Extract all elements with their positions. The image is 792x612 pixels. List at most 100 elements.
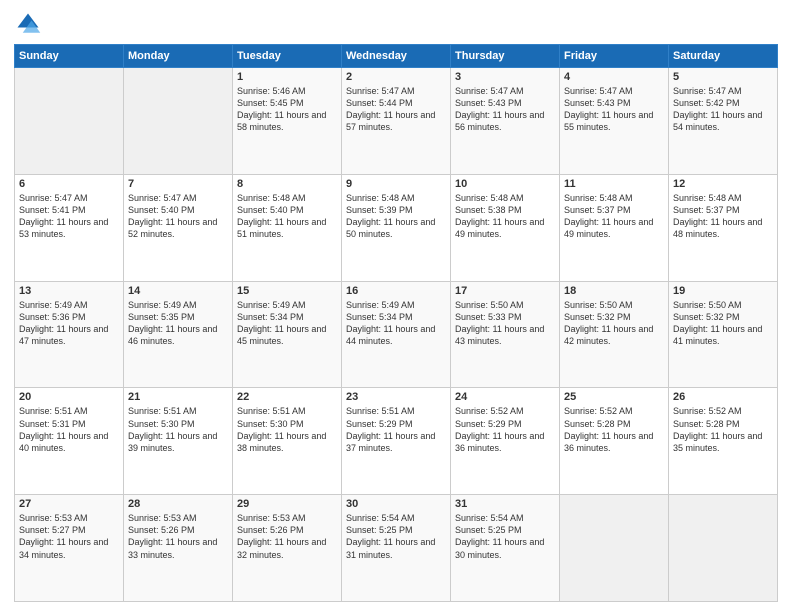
day-number: 20 xyxy=(19,391,119,403)
day-number: 12 xyxy=(673,178,773,190)
day-info: Sunrise: 5:53 AM Sunset: 5:26 PM Dayligh… xyxy=(128,513,217,559)
day-number: 16 xyxy=(346,285,446,297)
col-header-saturday: Saturday xyxy=(669,45,778,68)
calendar-table: SundayMondayTuesdayWednesdayThursdayFrid… xyxy=(14,44,778,602)
day-number: 22 xyxy=(237,391,337,403)
week-row-5: 27Sunrise: 5:53 AM Sunset: 5:27 PM Dayli… xyxy=(15,495,778,602)
day-number: 7 xyxy=(128,178,228,190)
day-cell: 16 Sunrise: 5:49 AM Sunset: 5:34 PM Dayli… xyxy=(342,281,451,388)
day-cell: 21 Sunrise: 5:51 AM Sunset: 5:30 PM Dayli… xyxy=(124,388,233,495)
day-info: Sunrise: 5:47 AM Sunset: 5:44 PM Dayligh… xyxy=(346,86,435,132)
day-number: 6 xyxy=(19,178,119,190)
day-number: 28 xyxy=(128,498,228,510)
day-cell: 12Sunrise: 5:48 AM Sunset: 5:37 PM Dayli… xyxy=(669,174,778,281)
day-number: 23 xyxy=(346,391,446,403)
day-cell: 5 Sunrise: 5:47 AM Sunset: 5:42 PM Daylig… xyxy=(669,68,778,175)
day-cell: 11 Sunrise: 5:48 AM Sunset: 5:37 PM Dayli… xyxy=(560,174,669,281)
day-cell: 17Sunrise: 5:50 AM Sunset: 5:33 PM Dayli… xyxy=(451,281,560,388)
day-number: 9 xyxy=(346,178,446,190)
day-number: 2 xyxy=(346,71,446,83)
week-row-2: 6 Sunrise: 5:47 AM Sunset: 5:41 PM Daylig… xyxy=(15,174,778,281)
col-header-friday: Friday xyxy=(560,45,669,68)
day-info: Sunrise: 5:46 AM Sunset: 5:45 PM Dayligh… xyxy=(237,86,326,132)
logo xyxy=(14,10,46,38)
day-cell: 19 Sunrise: 5:50 AM Sunset: 5:32 PM Dayli… xyxy=(669,281,778,388)
day-number: 18 xyxy=(564,285,664,297)
day-info: Sunrise: 5:47 AM Sunset: 5:43 PM Dayligh… xyxy=(455,86,544,132)
day-cell: 18 Sunrise: 5:50 AM Sunset: 5:32 PM Dayli… xyxy=(560,281,669,388)
header xyxy=(14,10,778,38)
day-number: 5 xyxy=(673,71,773,83)
day-cell: 7Sunrise: 5:47 AM Sunset: 5:40 PM Daylig… xyxy=(124,174,233,281)
day-number: 19 xyxy=(673,285,773,297)
day-cell: 27Sunrise: 5:53 AM Sunset: 5:27 PM Dayli… xyxy=(15,495,124,602)
day-cell: 3 Sunrise: 5:47 AM Sunset: 5:43 PM Daylig… xyxy=(451,68,560,175)
header-row: SundayMondayTuesdayWednesdayThursdayFrid… xyxy=(15,45,778,68)
day-info: Sunrise: 5:49 AM Sunset: 5:35 PM Dayligh… xyxy=(128,300,217,346)
day-number: 10 xyxy=(455,178,555,190)
day-number: 3 xyxy=(455,71,555,83)
day-info: Sunrise: 5:47 AM Sunset: 5:41 PM Dayligh… xyxy=(19,193,108,239)
day-cell: 26 Sunrise: 5:52 AM Sunset: 5:28 PM Dayli… xyxy=(669,388,778,495)
day-cell: 14 Sunrise: 5:49 AM Sunset: 5:35 PM Dayli… xyxy=(124,281,233,388)
day-cell xyxy=(124,68,233,175)
day-info: Sunrise: 5:51 AM Sunset: 5:31 PM Dayligh… xyxy=(19,406,108,452)
day-info: Sunrise: 5:50 AM Sunset: 5:32 PM Dayligh… xyxy=(564,300,653,346)
day-info: Sunrise: 5:53 AM Sunset: 5:26 PM Dayligh… xyxy=(237,513,326,559)
day-number: 31 xyxy=(455,498,555,510)
day-number: 25 xyxy=(564,391,664,403)
day-cell: 8Sunrise: 5:48 AM Sunset: 5:40 PM Daylig… xyxy=(233,174,342,281)
day-number: 14 xyxy=(128,285,228,297)
day-info: Sunrise: 5:51 AM Sunset: 5:30 PM Dayligh… xyxy=(128,406,217,452)
day-number: 1 xyxy=(237,71,337,83)
day-number: 21 xyxy=(128,391,228,403)
day-cell xyxy=(15,68,124,175)
day-number: 30 xyxy=(346,498,446,510)
col-header-thursday: Thursday xyxy=(451,45,560,68)
day-cell: 13Sunrise: 5:49 AM Sunset: 5:36 PM Dayli… xyxy=(15,281,124,388)
col-header-tuesday: Tuesday xyxy=(233,45,342,68)
day-cell xyxy=(669,495,778,602)
day-info: Sunrise: 5:48 AM Sunset: 5:39 PM Dayligh… xyxy=(346,193,435,239)
day-info: Sunrise: 5:52 AM Sunset: 5:28 PM Dayligh… xyxy=(673,406,762,452)
day-cell: 4 Sunrise: 5:47 AM Sunset: 5:43 PM Daylig… xyxy=(560,68,669,175)
day-info: Sunrise: 5:53 AM Sunset: 5:27 PM Dayligh… xyxy=(19,513,108,559)
day-cell: 29 Sunrise: 5:53 AM Sunset: 5:26 PM Dayli… xyxy=(233,495,342,602)
calendar-body: 1 Sunrise: 5:46 AM Sunset: 5:45 PM Daylig… xyxy=(15,68,778,602)
day-info: Sunrise: 5:54 AM Sunset: 5:25 PM Dayligh… xyxy=(455,513,544,559)
day-info: Sunrise: 5:48 AM Sunset: 5:37 PM Dayligh… xyxy=(564,193,653,239)
day-info: Sunrise: 5:54 AM Sunset: 5:25 PM Dayligh… xyxy=(346,513,435,559)
week-row-1: 1 Sunrise: 5:46 AM Sunset: 5:45 PM Daylig… xyxy=(15,68,778,175)
day-cell: 23 Sunrise: 5:51 AM Sunset: 5:29 PM Dayli… xyxy=(342,388,451,495)
day-number: 13 xyxy=(19,285,119,297)
day-info: Sunrise: 5:50 AM Sunset: 5:32 PM Dayligh… xyxy=(673,300,762,346)
day-cell: 9 Sunrise: 5:48 AM Sunset: 5:39 PM Daylig… xyxy=(342,174,451,281)
col-header-wednesday: Wednesday xyxy=(342,45,451,68)
day-info: Sunrise: 5:49 AM Sunset: 5:34 PM Dayligh… xyxy=(237,300,326,346)
day-cell: 30 Sunrise: 5:54 AM Sunset: 5:25 PM Dayli… xyxy=(342,495,451,602)
day-info: Sunrise: 5:52 AM Sunset: 5:29 PM Dayligh… xyxy=(455,406,544,452)
day-info: Sunrise: 5:48 AM Sunset: 5:40 PM Dayligh… xyxy=(237,193,326,239)
day-cell: 24Sunrise: 5:52 AM Sunset: 5:29 PM Dayli… xyxy=(451,388,560,495)
week-row-3: 13Sunrise: 5:49 AM Sunset: 5:36 PM Dayli… xyxy=(15,281,778,388)
page: SundayMondayTuesdayWednesdayThursdayFrid… xyxy=(0,0,792,612)
day-info: Sunrise: 5:47 AM Sunset: 5:42 PM Dayligh… xyxy=(673,86,762,132)
day-number: 29 xyxy=(237,498,337,510)
day-cell: 22Sunrise: 5:51 AM Sunset: 5:30 PM Dayli… xyxy=(233,388,342,495)
day-cell: 6 Sunrise: 5:47 AM Sunset: 5:41 PM Daylig… xyxy=(15,174,124,281)
day-number: 26 xyxy=(673,391,773,403)
day-info: Sunrise: 5:49 AM Sunset: 5:34 PM Dayligh… xyxy=(346,300,435,346)
day-number: 4 xyxy=(564,71,664,83)
day-cell: 31 Sunrise: 5:54 AM Sunset: 5:25 PM Dayli… xyxy=(451,495,560,602)
day-info: Sunrise: 5:47 AM Sunset: 5:43 PM Dayligh… xyxy=(564,86,653,132)
calendar-header: SundayMondayTuesdayWednesdayThursdayFrid… xyxy=(15,45,778,68)
day-number: 11 xyxy=(564,178,664,190)
day-cell: 2 Sunrise: 5:47 AM Sunset: 5:44 PM Daylig… xyxy=(342,68,451,175)
day-cell: 20 Sunrise: 5:51 AM Sunset: 5:31 PM Dayli… xyxy=(15,388,124,495)
day-info: Sunrise: 5:51 AM Sunset: 5:29 PM Dayligh… xyxy=(346,406,435,452)
day-cell: 25 Sunrise: 5:52 AM Sunset: 5:28 PM Dayli… xyxy=(560,388,669,495)
day-cell: 15Sunrise: 5:49 AM Sunset: 5:34 PM Dayli… xyxy=(233,281,342,388)
week-row-4: 20 Sunrise: 5:51 AM Sunset: 5:31 PM Dayli… xyxy=(15,388,778,495)
day-cell: 10Sunrise: 5:48 AM Sunset: 5:38 PM Dayli… xyxy=(451,174,560,281)
day-info: Sunrise: 5:52 AM Sunset: 5:28 PM Dayligh… xyxy=(564,406,653,452)
